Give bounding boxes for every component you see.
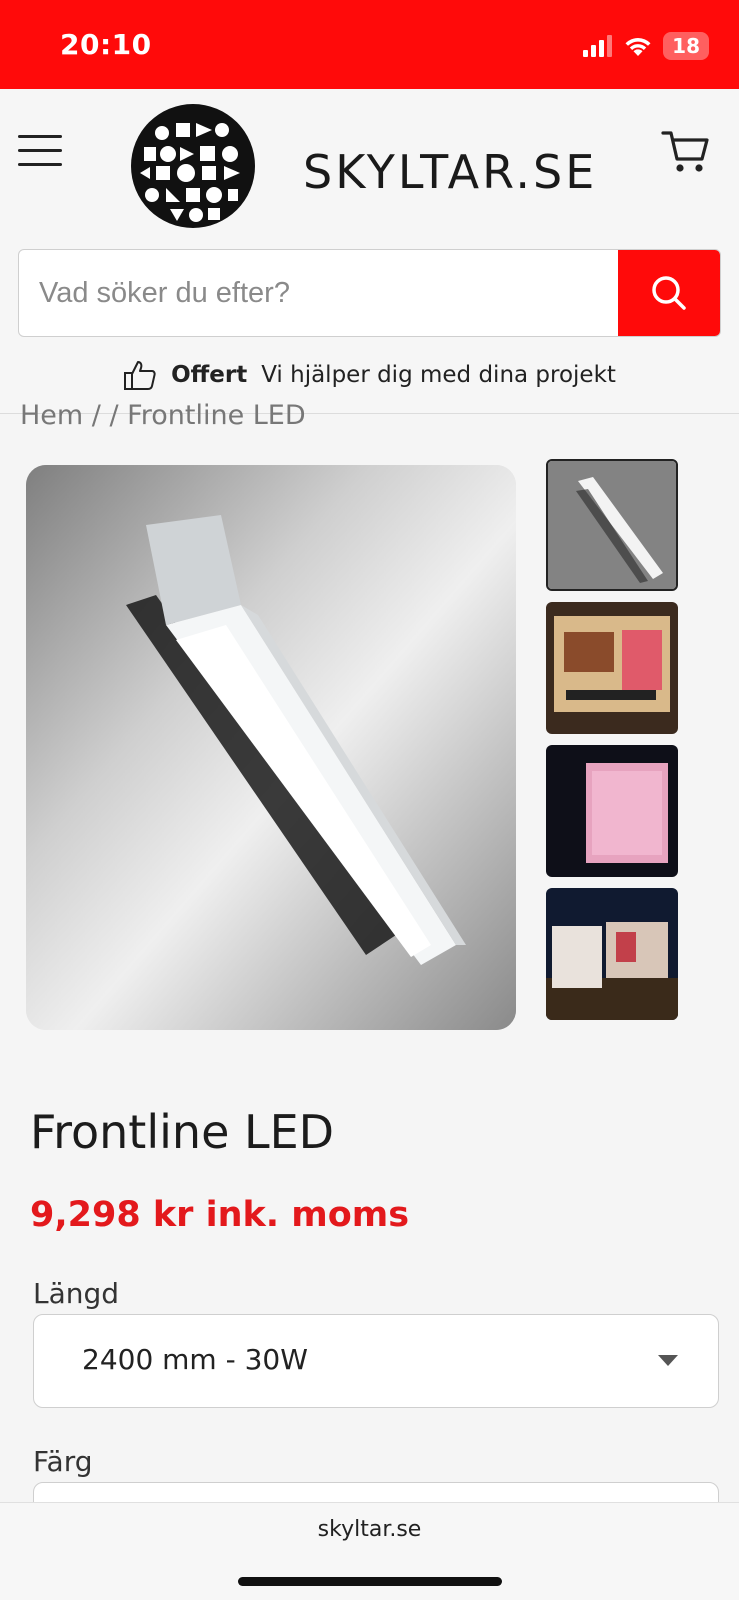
search-button[interactable] <box>618 250 720 336</box>
thumbs-up-icon <box>124 361 156 390</box>
product-title: Frontline LED <box>30 1105 335 1159</box>
url-text: skyltar.se <box>317 1517 422 1542</box>
menu-button[interactable] <box>18 135 62 171</box>
offer-text: Vi hjälper dig med dina projekt <box>261 362 616 388</box>
led-fixture-image <box>26 465 516 1030</box>
status-icons: 18 <box>583 32 709 60</box>
menu-icon-line <box>18 135 62 138</box>
logo-text[interactable]: SKYLTAR.SE <box>303 145 597 199</box>
menu-icon-line <box>18 163 62 166</box>
thumbnail-4[interactable] <box>546 888 678 1020</box>
status-time: 20:10 <box>60 28 152 61</box>
option-label-length: Längd <box>33 1277 120 1310</box>
option-label-color: Färg <box>33 1445 93 1478</box>
length-select[interactable]: 2400 mm - 30W <box>33 1314 719 1408</box>
cart-icon[interactable] <box>660 125 712 177</box>
home-indicator <box>238 1577 502 1586</box>
length-select-value: 2400 mm - 30W <box>82 1343 308 1376</box>
product-main-image[interactable] <box>26 465 516 1030</box>
search-bar <box>18 249 721 337</box>
search-icon <box>652 276 686 310</box>
browser-address-bar[interactable]: skyltar.se <box>0 1502 739 1600</box>
logo-globe-icon[interactable] <box>130 103 256 229</box>
breadcrumb[interactable]: Hem / / Frontline LED <box>20 400 306 431</box>
thumbnail-image <box>546 602 678 734</box>
thumbnail-image <box>546 888 678 1020</box>
offer-label: Offert <box>171 362 248 388</box>
wifi-icon <box>625 38 651 56</box>
product-price: 9,298 kr ink. moms <box>30 1195 410 1235</box>
thumbnail-image <box>548 461 676 589</box>
site-header: SKYLTAR.SE Offert Vi hjälper dig med din… <box>0 89 739 414</box>
signal-icon <box>583 35 613 57</box>
battery-level: 18 <box>672 34 700 58</box>
offer-link[interactable]: Offert Vi hjälper dig med dina projekt <box>0 351 739 399</box>
search-input[interactable] <box>19 250 618 336</box>
thumbnail-3[interactable] <box>546 745 678 877</box>
thumbnail-2[interactable] <box>546 602 678 734</box>
battery-icon: 18 <box>663 32 709 60</box>
chevron-down-icon <box>658 1355 678 1366</box>
thumbnail-image <box>546 745 678 877</box>
menu-icon-line <box>18 149 62 152</box>
thumbnail-1[interactable] <box>546 459 678 591</box>
status-bar: 20:10 18 <box>0 0 739 89</box>
